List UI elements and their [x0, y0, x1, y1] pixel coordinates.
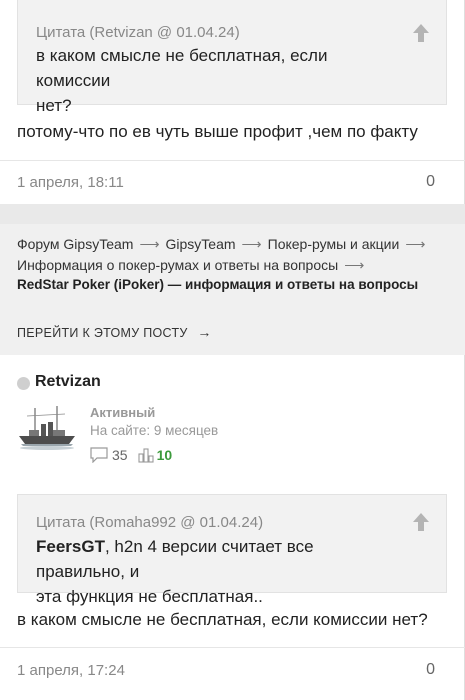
post-date[interactable]: 1 апреля, 17:24: [17, 662, 125, 679]
offline-status-icon: [17, 377, 30, 390]
post-footer-divider: [0, 647, 465, 648]
breadcrumb-arrow-icon: ⟶: [241, 236, 262, 252]
breadcrumb-poker-rooms[interactable]: Покер-румы и акции: [268, 236, 400, 252]
author-stats: 35 10: [90, 445, 172, 465]
goto-post-label: ПЕРЕЙТИ К ЭТОМУ ПОСТУ: [17, 326, 188, 340]
breadcrumb-topic[interactable]: RedStar Poker (iPoker) — информация и от…: [17, 277, 418, 292]
quote-header: Цитата (Romaha992 @ 01.04.24): [36, 514, 264, 531]
author-rank: Активный: [90, 405, 156, 420]
quote-text: в каком смысле не бесплатная, если комис…: [36, 46, 328, 115]
breadcrumb-arrow-icon: ⟶: [405, 236, 426, 252]
quote-text: FeersGT, h2n 4 версии считает все правил…: [36, 537, 314, 606]
quote-header: Цитата (Retvizan @ 01.04.24): [36, 24, 240, 41]
author-post-count: 35: [112, 447, 128, 463]
post-quote: Цитата (Romaha992 @ 01.04.24) FeersGT, h…: [17, 494, 447, 606]
goto-post-link[interactable]: ПЕРЕЙТИ К ЭТОМУ ПОСТУ →: [17, 324, 212, 340]
bar-chart-icon: [138, 448, 154, 463]
breadcrumb: Форум GipsyTeam ⟶ GipsyTeam ⟶ Покер-румы и а…: [0, 224, 465, 355]
arrow-right-icon: →: [197, 324, 212, 340]
post-text: потому-что по ев чуть выше профит ,чем п…: [17, 122, 418, 141]
breadcrumb-arrow-icon: ⟶: [139, 236, 160, 252]
author-like-count: 10: [156, 447, 173, 463]
post-date[interactable]: 1 апреля, 18:11: [17, 174, 124, 191]
breadcrumb-row-1: Форум GipsyTeam ⟶ GipsyTeam ⟶ Покер-румы и а…: [17, 236, 431, 253]
post-card: Retvizan Активный На сайте: 9 месяцев 35…: [0, 355, 465, 700]
post-quote: Цитата (Retvizan @ 01.04.24) в каком смы…: [17, 0, 447, 115]
breadcrumb-forum[interactable]: Форум GipsyTeam: [17, 236, 133, 252]
post-card: Цитата (Retvizan @ 01.04.24) в каком смы…: [0, 0, 465, 204]
breadcrumb-info[interactable]: Информация о покер-румах и ответы на воп…: [17, 257, 338, 273]
go-to-quote-icon[interactable]: [410, 511, 432, 533]
breadcrumb-row-2: Информация о покер-румах и ответы на воп…: [17, 257, 370, 274]
post-text: в каком смысле не бесплатная, если комис…: [17, 610, 428, 629]
like-count[interactable]: 0: [426, 661, 435, 679]
breadcrumb-gipsyteam[interactable]: GipsyTeam: [166, 236, 236, 252]
author-name[interactable]: Retvizan: [35, 373, 101, 391]
user-mention[interactable]: FeersGT: [36, 537, 105, 556]
go-to-quote-icon[interactable]: [410, 22, 432, 44]
breadcrumb-arrow-icon: ⟶: [344, 257, 365, 273]
like-count[interactable]: 0: [426, 173, 435, 191]
avatar[interactable]: [17, 400, 77, 460]
post-footer-divider: [0, 160, 465, 161]
comment-icon: [90, 447, 108, 463]
author-online-time: На сайте: 9 месяцев: [90, 423, 219, 438]
